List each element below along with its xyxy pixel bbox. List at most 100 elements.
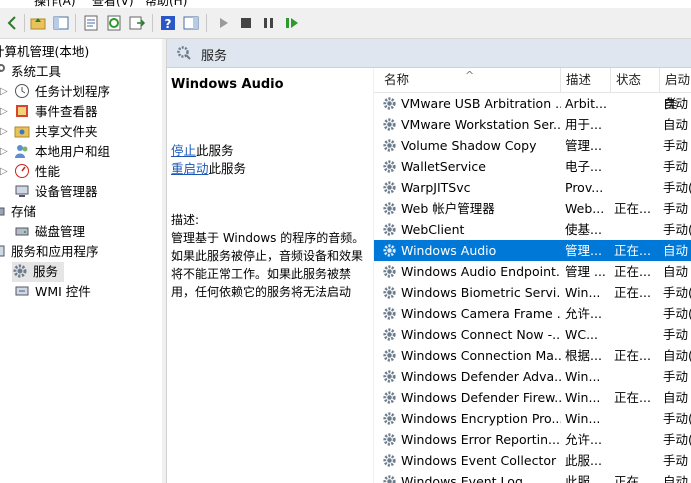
show-hide-tree-icon[interactable]	[52, 14, 70, 32]
service-gear-icon	[383, 349, 396, 362]
table-row[interactable]: VMware USB Arbitration ... Arbit... 自动	[374, 93, 691, 114]
table-row[interactable]: Windows Defender Firew... Win... 正在... 自动	[374, 387, 691, 408]
expand-arrow-icon[interactable]: ▷	[0, 102, 8, 122]
service-startup-cell: 手动(	[663, 411, 691, 426]
service-name: VMware Workstation Ser...	[401, 117, 561, 132]
service-startup-cell: 自动	[663, 264, 689, 279]
service-gear-icon	[383, 265, 396, 278]
service-gear-icon	[383, 412, 396, 425]
properties-icon[interactable]	[82, 14, 100, 32]
expand-arrow-icon[interactable]: ▷	[0, 82, 8, 102]
table-row[interactable]: Windows Audio 管理... 正在... 自动	[374, 240, 691, 261]
table-row[interactable]: Windows Error Reportin... 允许... 手动(	[374, 429, 691, 450]
table-row[interactable]: WarpJITSvc Prov... 手动(	[374, 177, 691, 198]
service-name: Windows Audio Endpoint...	[401, 264, 561, 279]
column-header-description[interactable]: 描述	[561, 68, 611, 92]
services-apps-icon	[0, 245, 5, 257]
service-gear-icon	[383, 118, 396, 131]
table-row[interactable]: Windows Camera Frame ... 允许... 手动(	[374, 303, 691, 324]
table-row[interactable]: Windows Connect Now -... WC... 手动	[374, 324, 691, 345]
help-icon[interactable]: ?	[159, 14, 177, 32]
tree-item-wmi-control[interactable]: WMI 控件	[14, 282, 91, 302]
table-row[interactable]: Volume Shadow Copy 管理... 手动	[374, 135, 691, 156]
table-row[interactable]: Windows Event Log 此服... 正在... 自动	[374, 471, 691, 483]
service-description-cell: 允许...	[565, 432, 602, 447]
export-list-icon[interactable]	[128, 14, 146, 32]
table-row[interactable]: Windows Defender Adva... Win... 手动	[374, 366, 691, 387]
tree-item-storage[interactable]: 存储	[0, 202, 36, 222]
restart-service-icon[interactable]	[283, 14, 301, 32]
back-icon[interactable]	[4, 14, 22, 32]
stop-service-icon[interactable]	[237, 14, 255, 32]
service-description-cell: 电子...	[565, 159, 602, 174]
tree-item-services[interactable]: 服务	[12, 262, 65, 282]
expand-arrow-icon[interactable]: ▷	[0, 122, 8, 142]
selected-service-name: Windows Audio	[171, 77, 284, 92]
service-description-cell: 管理...	[565, 243, 602, 258]
tree-item-local-users[interactable]: ▷ 本地用户和组	[0, 142, 110, 162]
service-gear-icon	[383, 391, 396, 404]
column-header-status[interactable]: 状态	[611, 68, 660, 92]
table-row[interactable]: Windows Connection Ma... 根据... 正在... 自动(	[374, 345, 691, 366]
menu-help[interactable]: 帮助(H)	[145, 0, 187, 8]
service-description-cell: 允许...	[565, 306, 602, 321]
service-description-cell: Win...	[565, 285, 601, 300]
stop-service-link[interactable]: 停止	[171, 143, 196, 158]
table-row[interactable]: WalletService 电子... 手动	[374, 156, 691, 177]
show-action-pane-icon[interactable]	[182, 14, 200, 32]
table-row[interactable]: Windows Biometric Servi... Win... 正在... 手动(	[374, 282, 691, 303]
tree-item-shared-folders[interactable]: ▷ 共享文件夹	[0, 122, 98, 142]
tree-item-system-tools[interactable]: 系统工具	[0, 62, 61, 82]
tree-item-services-apps[interactable]: 服务和应用程序	[0, 242, 99, 262]
service-description-cell: 根据...	[565, 348, 602, 363]
folder-up-icon[interactable]	[29, 14, 47, 32]
expand-arrow-icon[interactable]: ▷	[0, 162, 8, 182]
tree-item-task-scheduler[interactable]: ▷ 任务计划程序	[0, 82, 110, 102]
service-status-cell: 正在...	[614, 201, 651, 216]
table-row[interactable]: Windows Audio Endpoint... 管理 ... 正在... 自动	[374, 261, 691, 282]
menu-action[interactable]: 操作(A)	[34, 0, 76, 8]
table-row[interactable]: Windows Event Collector 此服... 手动	[374, 450, 691, 471]
column-header-startup[interactable]: 启动类	[660, 68, 691, 111]
service-startup-cell: 手动	[663, 159, 689, 174]
restart-service-link[interactable]: 重启动	[171, 161, 209, 176]
service-name: Windows Event Log	[401, 474, 523, 483]
service-startup-cell: 手动(	[663, 180, 691, 195]
service-gear-icon	[383, 328, 396, 341]
wmi-icon	[15, 286, 29, 296]
service-name: VMware USB Arbitration ...	[401, 96, 561, 111]
tree-item-event-viewer[interactable]: ▷ 事件查看器	[0, 102, 98, 122]
start-service-icon[interactable]	[215, 14, 233, 32]
service-description-cell: Win...	[565, 369, 601, 384]
service-startup-cell: 手动(	[663, 285, 691, 300]
pause-service-icon[interactable]	[260, 14, 278, 32]
tree-item-disk-management[interactable]: 磁盘管理	[14, 222, 85, 242]
service-name: Windows Audio	[401, 243, 497, 258]
menu-view[interactable]: 查看(V)	[92, 0, 134, 8]
tree-item-performance[interactable]: ▷ 性能	[0, 162, 60, 182]
table-row[interactable]: VMware Workstation Ser... 用于... 自动	[374, 114, 691, 135]
search-gear-icon	[177, 46, 191, 60]
service-startup-cell: 手动(	[663, 222, 691, 237]
service-name: Windows Encryption Pro...	[401, 411, 561, 426]
service-description-cell: 用于...	[565, 117, 602, 132]
service-gear-icon	[383, 307, 396, 320]
toolbar-separator	[24, 14, 25, 32]
expand-arrow-icon[interactable]: ▷	[0, 142, 8, 162]
table-row[interactable]: Windows Encryption Pro... Win... 手动(	[374, 408, 691, 429]
service-startup-cell: 手动	[663, 327, 689, 342]
tree-item-device-manager[interactable]: 设备管理器	[14, 182, 98, 202]
refresh-icon[interactable]	[105, 14, 123, 32]
service-gear-icon	[383, 97, 396, 110]
panel-header: 服务	[167, 39, 691, 68]
table-row[interactable]: Web 帐户管理器 Web... 正在... 手动	[374, 198, 691, 219]
table-row[interactable]: WebClient 使基... 手动(	[374, 219, 691, 240]
gear-icon	[13, 264, 27, 278]
service-startup-cell: 自动	[663, 243, 689, 258]
service-startup-cell: 手动	[663, 138, 689, 153]
tree-root[interactable]: 计算机管理(本地)	[0, 42, 89, 62]
service-name: Windows Connect Now -...	[401, 327, 561, 342]
svg-text:?: ?	[165, 17, 172, 31]
service-status-cell: 正在...	[614, 243, 651, 258]
column-header-name[interactable]: ^ 名称	[374, 68, 561, 92]
